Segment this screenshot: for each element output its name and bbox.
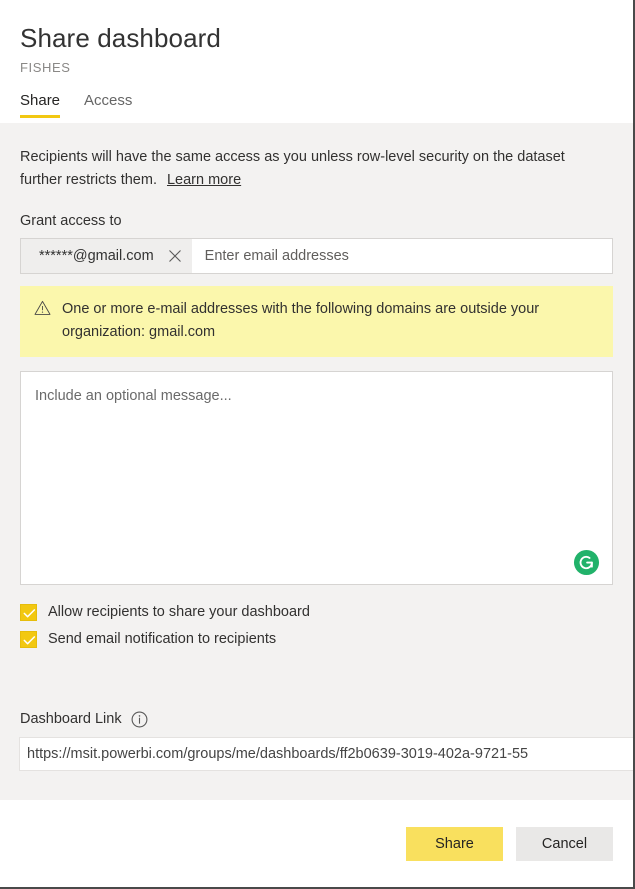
close-x-icon[interactable] [168, 249, 182, 263]
checkbox-row-send-email[interactable]: Send email notification to recipients [20, 630, 613, 648]
checkbox-label-send-email: Send email notification to recipients [48, 631, 277, 647]
cancel-button[interactable]: Cancel [516, 826, 613, 861]
external-domain-warning: One or more e-mail addresses with the fo… [20, 286, 613, 357]
tab-access[interactable]: Access [84, 92, 132, 118]
info-circle-icon[interactable] [131, 711, 148, 728]
recipient-pill[interactable]: ******@gmail.com [21, 239, 192, 273]
share-button[interactable]: Share [406, 826, 503, 861]
checkbox-row-allow-share[interactable]: Allow recipients to share your dashboard [20, 603, 613, 621]
checkbox-label-allow-share: Allow recipients to share your dashboard [48, 604, 310, 620]
optional-message-input[interactable] [20, 371, 613, 585]
grammarly-icon[interactable] [573, 549, 600, 576]
dashboard-link-field[interactable]: https://msit.powerbi.com/groups/me/dashb… [19, 737, 633, 771]
checkmark-icon [23, 608, 36, 617]
dashboard-link-label: Dashboard Link [20, 711, 122, 727]
intro-text-block: Recipients will have the same access as … [20, 123, 580, 192]
message-field-wrapper [20, 371, 613, 590]
checkbox-allow-share[interactable] [20, 603, 37, 621]
page-title: Share dashboard [20, 23, 221, 53]
dashboard-link-label-row: Dashboard Link [20, 710, 613, 728]
tab-list: Share Access [20, 92, 613, 118]
dashboard-name-subtitle: FISHES [20, 60, 71, 75]
intro-text: Recipients will have the same access as … [20, 149, 565, 188]
grant-access-label: Grant access to [20, 213, 122, 229]
recipient-email-text: ******@gmail.com [39, 248, 154, 264]
dashboard-link-url: https://msit.powerbi.com/groups/me/dashb… [27, 746, 529, 762]
dialog-footer: Share Cancel [0, 800, 633, 887]
tab-share[interactable]: Share [20, 92, 61, 118]
warning-text: One or more e-mail addresses with the fo… [62, 301, 540, 340]
warning-triangle-icon [34, 300, 51, 315]
learn-more-link[interactable]: Learn more [167, 172, 241, 188]
checkmark-icon [23, 635, 36, 644]
dialog-body: Recipients will have the same access as … [0, 123, 633, 800]
share-dashboard-dialog: Share dashboard FISHES Share Access Reci… [0, 0, 635, 889]
recipients-field[interactable]: ******@gmail.com [20, 238, 613, 274]
checkbox-send-email[interactable] [20, 630, 37, 648]
email-input[interactable] [191, 240, 612, 272]
dialog-header: Share dashboard FISHES Share Access [0, 0, 633, 123]
